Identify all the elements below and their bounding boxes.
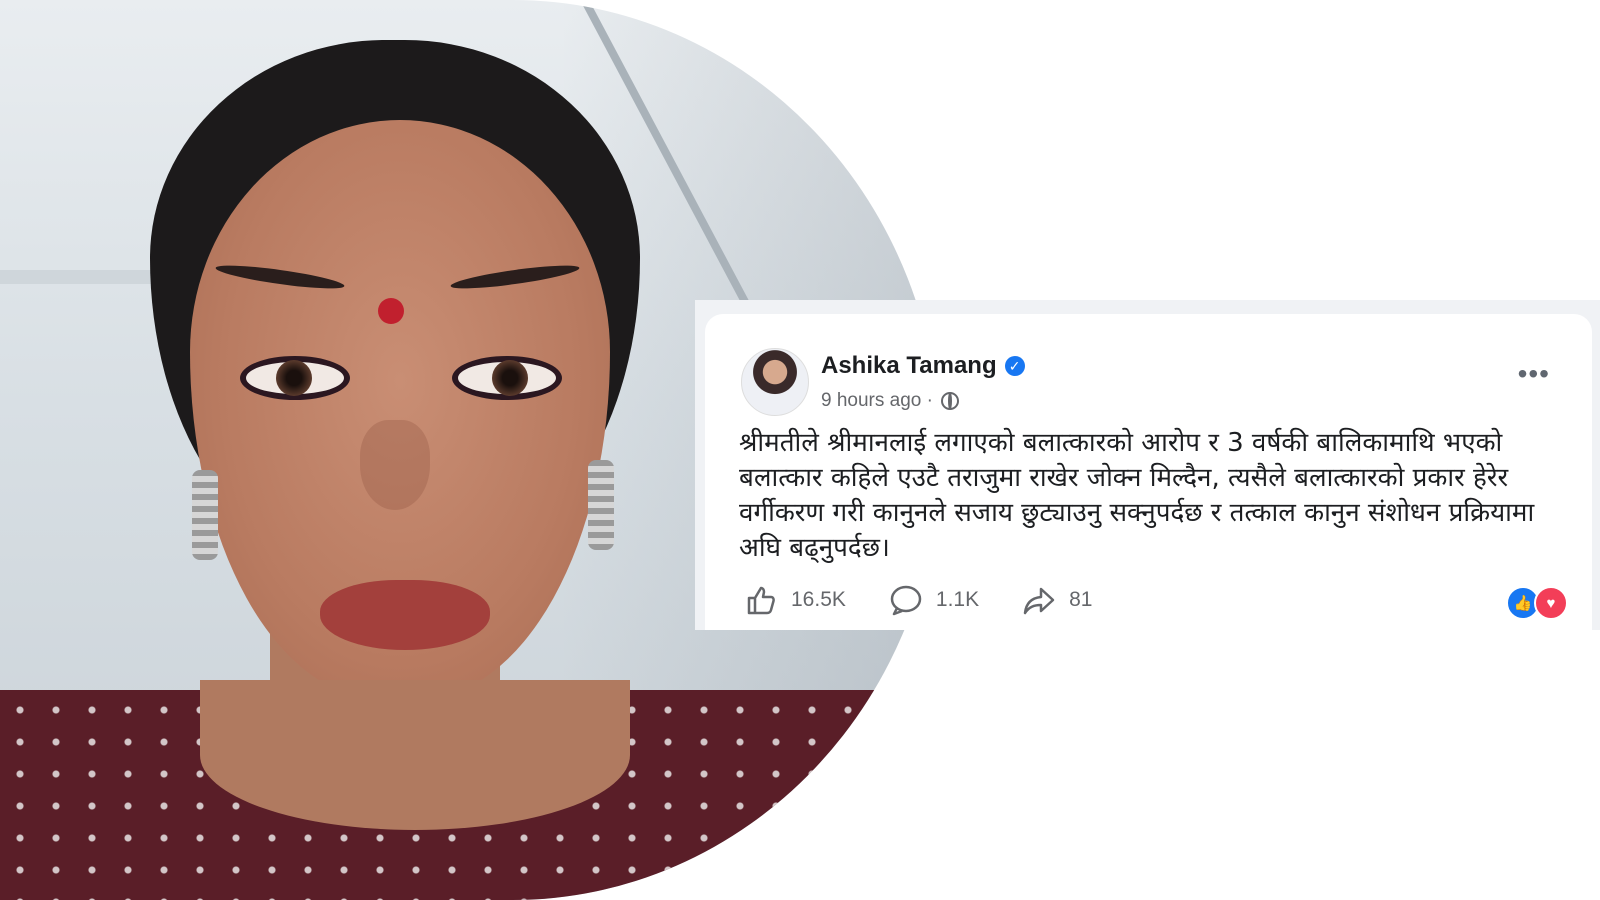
thumbs-up-icon bbox=[743, 582, 779, 618]
like-action[interactable]: 16.5K bbox=[743, 582, 846, 618]
left-earring bbox=[192, 470, 218, 560]
neckline bbox=[200, 680, 630, 830]
author-row: Ashika Tamang ✓ bbox=[821, 352, 1025, 380]
dress bbox=[0, 680, 940, 900]
comment-count: 1.1K bbox=[935, 588, 980, 611]
engagement-row: 16.5K 1.1K 81 bbox=[743, 582, 1134, 618]
comment-icon bbox=[888, 582, 924, 618]
comment-action[interactable]: 1.1K bbox=[888, 582, 979, 618]
nose bbox=[360, 420, 430, 510]
share-count: 81 bbox=[1069, 588, 1093, 611]
left-eye bbox=[240, 356, 350, 400]
share-action[interactable]: 81 bbox=[1021, 582, 1092, 618]
like-count: 16.5K bbox=[791, 588, 846, 611]
reaction-summary[interactable]: 👍 ♥ bbox=[1506, 586, 1568, 620]
post-text: श्रीमतीले श्रीमानलाई लगाएको बलात्कारको आ… bbox=[739, 428, 1535, 563]
right-earring bbox=[588, 460, 614, 550]
author-avatar[interactable] bbox=[741, 348, 809, 416]
post-time[interactable]: 9 hours ago · bbox=[821, 390, 933, 412]
lips bbox=[320, 580, 490, 650]
post-meta: 9 hours ago · bbox=[821, 390, 959, 412]
globe-icon bbox=[940, 392, 959, 410]
post-body: Ashika Tamang ✓ 9 hours ago · ••• श्रीमत… bbox=[705, 314, 1592, 630]
facebook-post-card: Ashika Tamang ✓ 9 hours ago · ••• श्रीमत… bbox=[695, 300, 1600, 630]
share-icon bbox=[1021, 582, 1057, 618]
verified-badge-icon: ✓ bbox=[1004, 356, 1025, 376]
more-options-button[interactable]: ••• bbox=[1518, 360, 1550, 388]
love-reaction-icon: ♥ bbox=[1534, 586, 1568, 620]
right-eye bbox=[452, 356, 562, 400]
author-name[interactable]: Ashika Tamang bbox=[821, 352, 997, 380]
bindi bbox=[378, 298, 404, 324]
